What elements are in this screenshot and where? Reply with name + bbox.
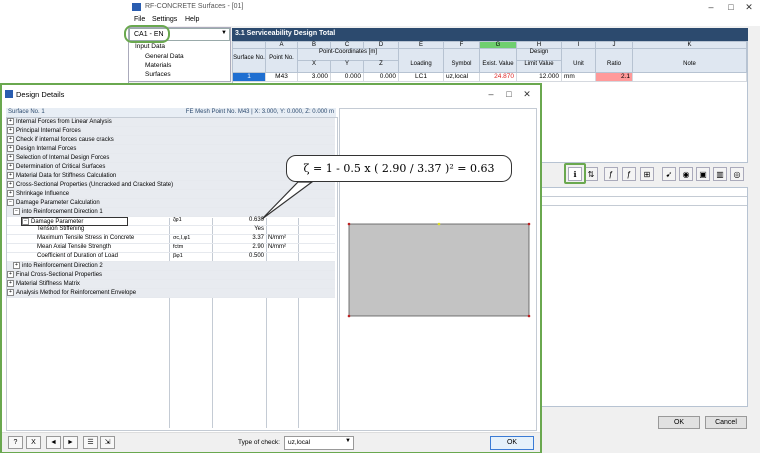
formula-callout: ζ = 1 - 0.5 x ( 2.90 / 3.37 )² = 0.63	[286, 155, 512, 182]
callout-pointer	[261, 181, 314, 220]
